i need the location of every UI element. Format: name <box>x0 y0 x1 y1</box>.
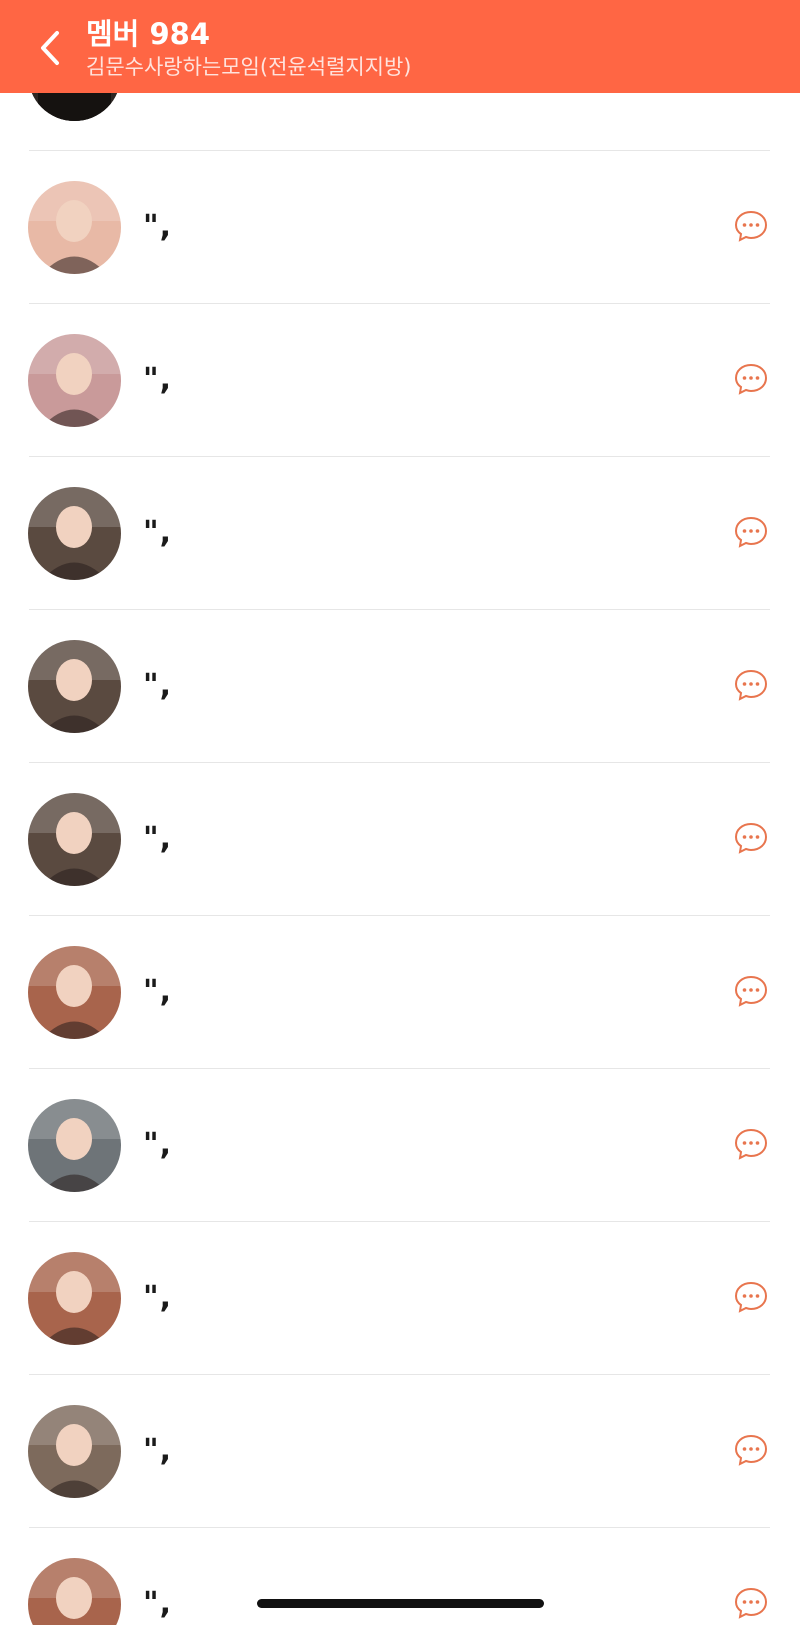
chat-button[interactable] <box>733 1432 769 1468</box>
member-row[interactable]: ", <box>0 1528 800 1625</box>
member-list: ", ", ", ", ", ", ", ", ", ", <box>0 0 800 1625</box>
chat-bubble-icon <box>734 1281 768 1313</box>
member-name: ", <box>143 1433 173 1468</box>
member-name: ", <box>143 1127 173 1162</box>
avatar[interactable] <box>28 487 121 580</box>
chat-bubble-icon <box>734 363 768 395</box>
member-name: ", <box>143 1586 173 1621</box>
chat-bubble-icon <box>734 669 768 701</box>
member-name: ", <box>143 209 173 244</box>
chat-button[interactable] <box>733 667 769 703</box>
chat-button[interactable] <box>733 208 769 244</box>
member-row[interactable]: ", <box>0 763 800 916</box>
avatar[interactable] <box>28 334 121 427</box>
avatar[interactable] <box>28 1558 121 1625</box>
avatar[interactable] <box>28 181 121 274</box>
chat-bubble-icon <box>734 1587 768 1619</box>
member-row[interactable]: ", <box>0 304 800 457</box>
app-header: 멤버 984 김문수사랑하는모임(전윤석렬지지방) <box>0 0 800 93</box>
member-row[interactable]: ", <box>0 1222 800 1375</box>
member-name: ", <box>143 1280 173 1315</box>
chat-button[interactable] <box>733 361 769 397</box>
member-row[interactable]: ", <box>0 151 800 304</box>
member-name: ", <box>143 515 173 550</box>
chevron-left-icon <box>41 31 59 65</box>
avatar[interactable] <box>28 1405 121 1498</box>
avatar[interactable] <box>28 640 121 733</box>
chat-bubble-icon <box>734 516 768 548</box>
chat-button[interactable] <box>733 1585 769 1621</box>
member-row[interactable]: ", <box>0 457 800 610</box>
avatar[interactable] <box>28 793 121 886</box>
chat-bubble-icon <box>734 210 768 242</box>
chat-button[interactable] <box>733 1279 769 1315</box>
chat-button[interactable] <box>733 1126 769 1162</box>
member-row[interactable]: ", <box>0 916 800 1069</box>
chat-bubble-icon <box>734 1128 768 1160</box>
chat-button[interactable] <box>733 820 769 856</box>
avatar[interactable] <box>28 946 121 1039</box>
chat-bubble-icon <box>734 975 768 1007</box>
back-button[interactable] <box>30 24 70 72</box>
avatar[interactable] <box>28 1252 121 1345</box>
member-name: ", <box>143 821 173 856</box>
member-name: ", <box>143 974 173 1009</box>
page-subtitle: 김문수사랑하는모임(전윤석렬지지방) <box>86 55 412 79</box>
chat-bubble-icon <box>734 1434 768 1466</box>
member-row[interactable]: ", <box>0 1069 800 1222</box>
chat-button[interactable] <box>733 973 769 1009</box>
home-indicator <box>257 1599 544 1608</box>
member-name: ", <box>143 668 173 703</box>
member-name: ", <box>143 362 173 397</box>
chat-bubble-icon <box>734 822 768 854</box>
member-row[interactable]: ", <box>0 610 800 763</box>
member-row[interactable]: ", <box>0 1375 800 1528</box>
avatar[interactable] <box>28 1099 121 1192</box>
chat-button[interactable] <box>733 514 769 550</box>
page-title: 멤버 984 <box>86 17 210 51</box>
